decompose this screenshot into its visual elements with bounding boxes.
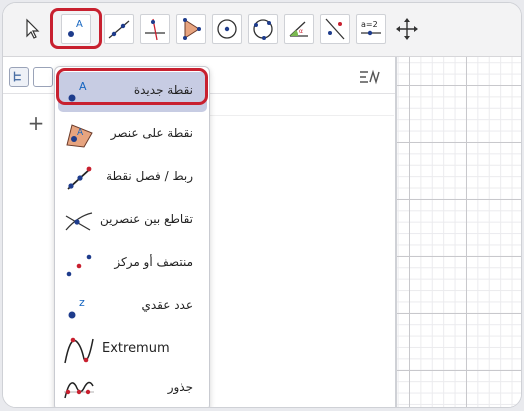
menu-item-point-on-object[interactable]: A نقطة على عنصر xyxy=(58,115,207,155)
algebra-view-button[interactable] xyxy=(9,67,29,87)
menu-item-extremum[interactable]: Extremum xyxy=(58,330,207,370)
menu-item-label: ربط / فصل نقطة xyxy=(106,169,193,183)
midpoint-icon xyxy=(66,254,92,277)
svg-text:A: A xyxy=(77,128,84,138)
tree-icon xyxy=(13,71,21,82)
angle-icon: α xyxy=(289,21,308,37)
geogebra-window: A α a=2 + A نقطة جديدة A نقطة على عنصر ر… xyxy=(2,2,522,408)
slider-tool[interactable]: a=2 xyxy=(356,14,386,44)
menu-item-label: تقاطع بين عنصرين xyxy=(99,212,193,226)
move-graphics-tool[interactable] xyxy=(392,14,422,44)
menu-item-label: Extremum xyxy=(102,341,170,356)
polygon-icon xyxy=(183,18,201,40)
menu-item-complex-number[interactable]: z عدد عقدي xyxy=(58,287,207,327)
move-tool[interactable] xyxy=(17,14,47,44)
input-row-line xyxy=(210,115,394,116)
arrow-pointer-icon xyxy=(26,18,40,39)
slider-icon: a=2 xyxy=(361,20,381,36)
selected-tool-highlight xyxy=(50,8,102,49)
perpendicular-tool[interactable] xyxy=(140,14,170,44)
algebra-style-button[interactable] xyxy=(33,67,53,87)
add-input-button[interactable]: + xyxy=(25,113,47,135)
circle-three-points-tool[interactable] xyxy=(248,14,278,44)
menu-item-midpoint[interactable]: منتصف أو مركز xyxy=(58,244,207,284)
menu-item-intersect[interactable]: تقاطع بين عنصرين xyxy=(58,201,207,241)
menu-item-label: نقطة على عنصر xyxy=(110,126,193,140)
move-arrows-icon xyxy=(396,18,418,40)
slider-tool-label: a=2 xyxy=(361,20,378,29)
graphics-view[interactable] xyxy=(397,57,521,407)
svg-text:α: α xyxy=(299,28,303,35)
line-tool[interactable] xyxy=(104,14,134,44)
menu-item-roots[interactable]: جذور xyxy=(58,369,207,407)
perpendicular-icon xyxy=(145,18,165,41)
complex-number-icon: z xyxy=(68,296,85,319)
polygon-tool[interactable] xyxy=(176,14,206,44)
intersect-icon xyxy=(65,212,93,231)
sort-icon[interactable] xyxy=(358,68,380,86)
point-on-object-icon: A xyxy=(66,124,93,148)
roots-icon xyxy=(64,381,94,399)
circle-center-icon xyxy=(217,19,237,39)
circle-points-icon xyxy=(253,19,273,40)
line-icon xyxy=(108,20,130,39)
menu-item-label: جذور xyxy=(167,380,193,394)
selected-menu-item-highlight xyxy=(56,68,208,105)
reflect-tool[interactable] xyxy=(320,14,350,44)
menu-item-label: عدد عقدي xyxy=(141,298,193,312)
angle-tool[interactable]: α xyxy=(284,14,314,44)
attach-detach-icon xyxy=(67,166,92,190)
svg-text:z: z xyxy=(79,296,85,309)
reflect-icon xyxy=(325,18,345,40)
menu-item-attach-detach[interactable]: ربط / فصل نقطة xyxy=(58,158,207,198)
circle-center-tool[interactable] xyxy=(212,14,242,44)
extremum-icon xyxy=(64,337,94,364)
menu-item-label: منتصف أو مركز xyxy=(114,255,193,269)
point-tools-menu: A نقطة جديدة A نقطة على عنصر ربط / فصل ن… xyxy=(54,66,210,407)
